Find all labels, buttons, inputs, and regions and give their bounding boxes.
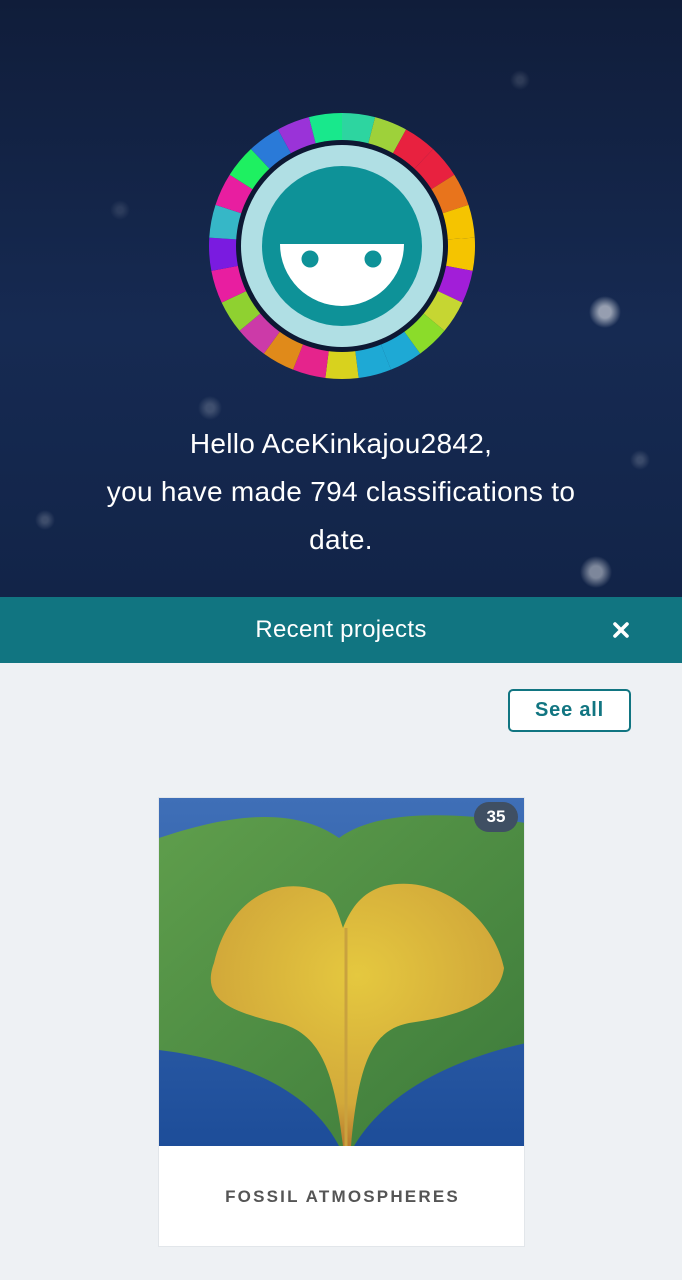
classification-count-badge: 35 <box>474 802 518 832</box>
project-name: FOSSIL ATMOSPHERES <box>225 1186 460 1206</box>
user-avatar <box>208 112 476 380</box>
progress-ring-segment <box>209 237 240 271</box>
avatar-svg <box>209 113 475 380</box>
see-all-button[interactable]: See all <box>508 689 631 732</box>
avatar-right-eye <box>364 250 382 268</box>
progress-ring-segment <box>444 237 475 271</box>
hero-banner: Hello AceKinkajou2842, you have made 794… <box>0 0 682 597</box>
project-card[interactable]: 35 FOSSIL ATMOSPHERES <box>158 797 525 1247</box>
recent-projects-bar: Recent projects <box>0 597 682 663</box>
progress-ring-segment <box>325 349 359 380</box>
greeting-line-1: Hello AceKinkajou2842, <box>189 428 493 459</box>
project-image: 35 <box>159 798 524 1146</box>
greeting-text: Hello AceKinkajou2842, you have made 794… <box>40 420 642 564</box>
close-button[interactable] <box>606 615 636 645</box>
avatar-left-eye <box>301 250 319 268</box>
greeting-line-2: you have made 794 classifications to <box>106 476 576 507</box>
greeting-line-3: date. <box>309 524 373 555</box>
close-icon <box>613 622 629 638</box>
recent-projects-title: Recent projects <box>255 616 427 643</box>
ginkgo-leaf-image <box>159 798 524 1146</box>
recent-projects-content: See all 35 FOSSIL ATMOSPHERES <box>0 663 682 1280</box>
